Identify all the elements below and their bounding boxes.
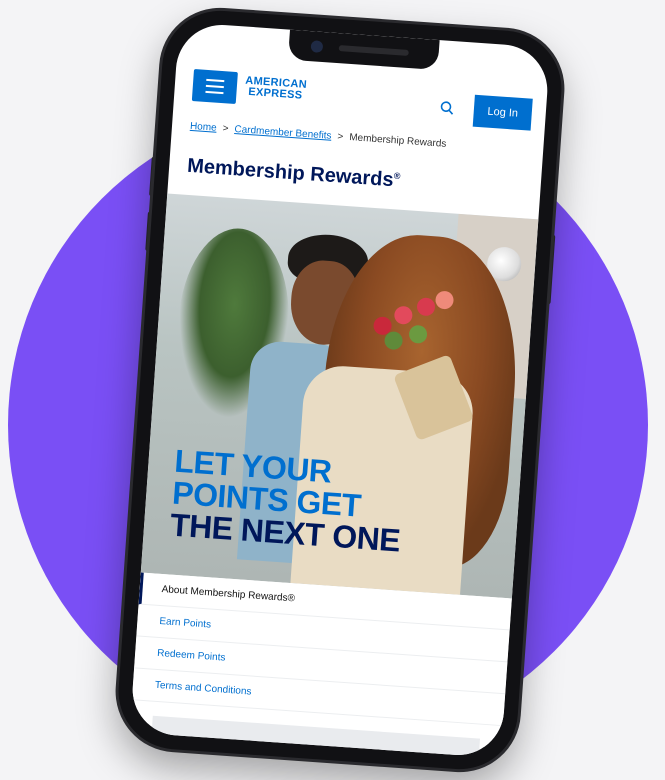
- chevron-right-icon: >: [222, 123, 229, 135]
- hamburger-menu-button[interactable]: [191, 69, 238, 105]
- registered-mark: ®: [393, 170, 401, 182]
- breadcrumb-benefits-link[interactable]: Cardmember Benefits: [234, 124, 332, 142]
- hero-image: LET YOUR POINTS GET THE NEXT ONE: [140, 193, 539, 599]
- phone-mockup: AMERICAN EXPRESS Log In Home > Cardmember …: [114, 6, 566, 774]
- camera-icon: [310, 40, 324, 53]
- site-header: AMERICAN EXPRESS Log In: [191, 69, 533, 133]
- breadcrumb-home-link[interactable]: Home: [190, 121, 217, 134]
- chevron-right-icon: >: [337, 131, 344, 143]
- flower-bouquet-illustration: [360, 286, 466, 383]
- phone-screen: AMERICAN EXPRESS Log In Home > Cardmember …: [129, 21, 551, 759]
- amex-logo[interactable]: AMERICAN EXPRESS: [244, 75, 307, 102]
- page-title: Membership Rewards®: [186, 154, 401, 192]
- search-icon[interactable]: [439, 100, 454, 115]
- breadcrumb-current: Membership Rewards: [348, 132, 447, 150]
- login-button[interactable]: Log In: [472, 94, 533, 131]
- speaker-grille: [338, 45, 409, 56]
- hero-headline: LET YOUR POINTS GET THE NEXT ONE: [168, 442, 402, 559]
- hamburger-menu-icon: [206, 78, 225, 83]
